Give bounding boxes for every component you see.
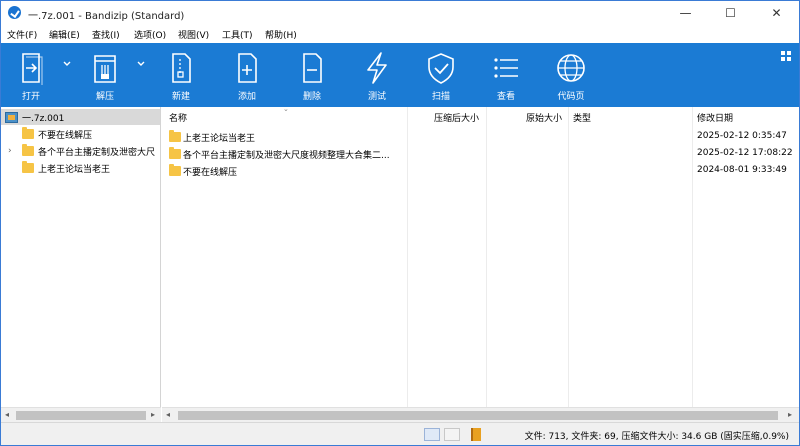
- table-row[interactable]: 不要在线解压 2024-08-01 9:33:49: [162, 162, 799, 179]
- codepage-button[interactable]: 代码页: [550, 43, 592, 107]
- scan-button[interactable]: 扫描: [421, 43, 461, 107]
- tree-item[interactable]: 上老王论坛当老王: [1, 160, 160, 176]
- title-bar: 一.7z.001 - Bandizip (Standard) — ☐ ✕: [1, 1, 799, 25]
- delete-label: 删除: [302, 92, 321, 102]
- archive-icon: [5, 112, 18, 123]
- view-list-icon: [494, 58, 518, 78]
- delete-button[interactable]: 删除: [292, 43, 332, 107]
- menu-edit[interactable]: 编辑(E): [49, 28, 80, 41]
- expand-chevron-icon[interactable]: ›: [8, 146, 12, 156]
- column-header-original-size[interactable]: 原始大小: [526, 111, 562, 124]
- folder-icon: [169, 164, 181, 176]
- thumbnail-view-icon[interactable]: [444, 428, 460, 441]
- column-header-name[interactable]: 名称: [169, 111, 187, 124]
- delete-file-icon: [303, 53, 322, 83]
- table-row[interactable]: 上老王论坛当老王 2025-02-12 0:35:47: [162, 128, 799, 145]
- open-label: 打开: [21, 92, 40, 102]
- menu-bar: 文件(F) 编辑(E) 查找(I) 选项(O) 视图(V) 工具(T) 帮助(H…: [1, 25, 799, 43]
- test-button[interactable]: 测试: [357, 43, 397, 107]
- scrollbar-thumb[interactable]: [16, 411, 146, 420]
- menu-tools[interactable]: 工具(T): [222, 28, 253, 41]
- scrollbar-thumb[interactable]: [178, 411, 778, 420]
- folder-icon: [169, 130, 181, 142]
- menu-find[interactable]: 查找(I): [92, 28, 120, 41]
- folder-icon: [22, 127, 34, 139]
- tree-root-label: 一.7z.001: [22, 114, 65, 124]
- file-name: 各个平台主播定制及泄密大尺度视频整理大合集二...: [183, 151, 390, 161]
- toolbar-layout-grid-icon[interactable]: [781, 51, 791, 61]
- toolbar: 打开 解压 新建 添加 删除 测试 扫描 查看 代码页: [1, 43, 799, 107]
- tree-root-item[interactable]: 一.7z.001: [1, 109, 160, 125]
- maximize-button[interactable]: ☐: [708, 1, 753, 25]
- bandizip-window: 一.7z.001 - Bandizip (Standard) — ☐ ✕ 文件(…: [0, 0, 800, 446]
- open-icon: [22, 53, 43, 85]
- archive-info-book-icon[interactable]: [471, 428, 481, 441]
- tree-horizontal-scrollbar[interactable]: ◂ ▸: [1, 407, 161, 422]
- view-button[interactable]: 查看: [486, 43, 526, 107]
- tree-item-label: 不要在线解压: [38, 131, 93, 141]
- new-archive-label: 新建: [171, 92, 190, 102]
- column-header-modified[interactable]: 修改日期: [697, 111, 733, 124]
- column-header-type[interactable]: 类型: [573, 111, 591, 124]
- file-list: ⌄ 名称 压缩后大小 原始大小 类型 修改日期 上老王论坛当老王 2025-02…: [162, 107, 799, 407]
- extract-icon: [94, 55, 116, 83]
- open-button[interactable]: 打开: [11, 43, 51, 107]
- status-summary: 文件: 713, 文件夹: 69, 压缩文件大小: 34.6 GB (固实压缩,…: [524, 432, 789, 442]
- scan-label: 扫描: [431, 92, 450, 102]
- menu-view[interactable]: 视图(V): [178, 28, 209, 41]
- tree-item[interactable]: 不要在线解压: [1, 126, 160, 142]
- file-modified: 2025-02-12 17:08:22: [697, 148, 793, 158]
- details-view-icon[interactable]: [424, 428, 440, 441]
- tree-item[interactable]: › 各个平台主播定制及泄密大尺: [1, 143, 160, 159]
- scroll-left-arrow-icon[interactable]: ◂: [5, 410, 9, 419]
- sort-caret-icon: ⌄: [283, 107, 289, 113]
- test-label: 测试: [367, 92, 386, 102]
- column-header-compressed-size[interactable]: 压缩后大小: [434, 111, 479, 124]
- window-title: 一.7z.001 - Bandizip (Standard): [28, 11, 185, 22]
- folder-tree: 一.7z.001 不要在线解压 › 各个平台主播定制及泄密大尺 上老王论坛当老王: [1, 107, 161, 407]
- scan-shield-icon: [428, 53, 454, 84]
- add-button[interactable]: 添加: [227, 43, 267, 107]
- open-dropdown-chevron-icon[interactable]: [62, 59, 72, 69]
- menu-file[interactable]: 文件(F): [7, 28, 37, 41]
- tree-item-label: 上老王论坛当老王: [38, 165, 111, 175]
- file-modified: 2025-02-12 0:35:47: [697, 131, 787, 141]
- folder-icon: [22, 144, 34, 156]
- tree-item-label: 各个平台主播定制及泄密大尺: [38, 148, 156, 158]
- new-archive-button[interactable]: 新建: [161, 43, 201, 107]
- extract-button[interactable]: 解压: [85, 43, 125, 107]
- scroll-right-arrow-icon[interactable]: ▸: [151, 410, 155, 419]
- view-label: 查看: [496, 92, 515, 102]
- extract-dropdown-chevron-icon[interactable]: [136, 59, 146, 69]
- table-row[interactable]: 各个平台主播定制及泄密大尺度视频整理大合集二... 2025-02-12 17:…: [162, 145, 799, 162]
- file-modified: 2024-08-01 9:33:49: [697, 165, 787, 175]
- status-bar: 文件: 713, 文件夹: 69, 压缩文件大小: 34.6 GB (固实压缩,…: [1, 422, 799, 445]
- codepage-label: 代码页: [557, 92, 585, 102]
- codepage-globe-icon: [557, 54, 585, 82]
- add-label: 添加: [237, 92, 256, 102]
- add-file-icon: [238, 53, 257, 83]
- menu-options[interactable]: 选项(O): [134, 28, 166, 41]
- bandizip-logo-icon: [8, 6, 21, 19]
- minimize-button[interactable]: —: [663, 1, 708, 25]
- folder-icon: [22, 161, 34, 173]
- extract-label: 解压: [95, 92, 114, 102]
- folder-icon: [169, 147, 181, 159]
- list-horizontal-scrollbar[interactable]: ◂ ▸: [162, 407, 799, 422]
- file-name: 不要在线解压: [183, 168, 238, 178]
- file-name: 上老王论坛当老王: [183, 134, 256, 144]
- test-icon: [367, 52, 387, 84]
- close-button[interactable]: ✕: [754, 1, 799, 25]
- new-archive-icon: [172, 53, 191, 83]
- scroll-right-arrow-icon[interactable]: ▸: [788, 410, 792, 419]
- menu-help[interactable]: 帮助(H): [265, 28, 297, 41]
- scroll-left-arrow-icon[interactable]: ◂: [166, 410, 170, 419]
